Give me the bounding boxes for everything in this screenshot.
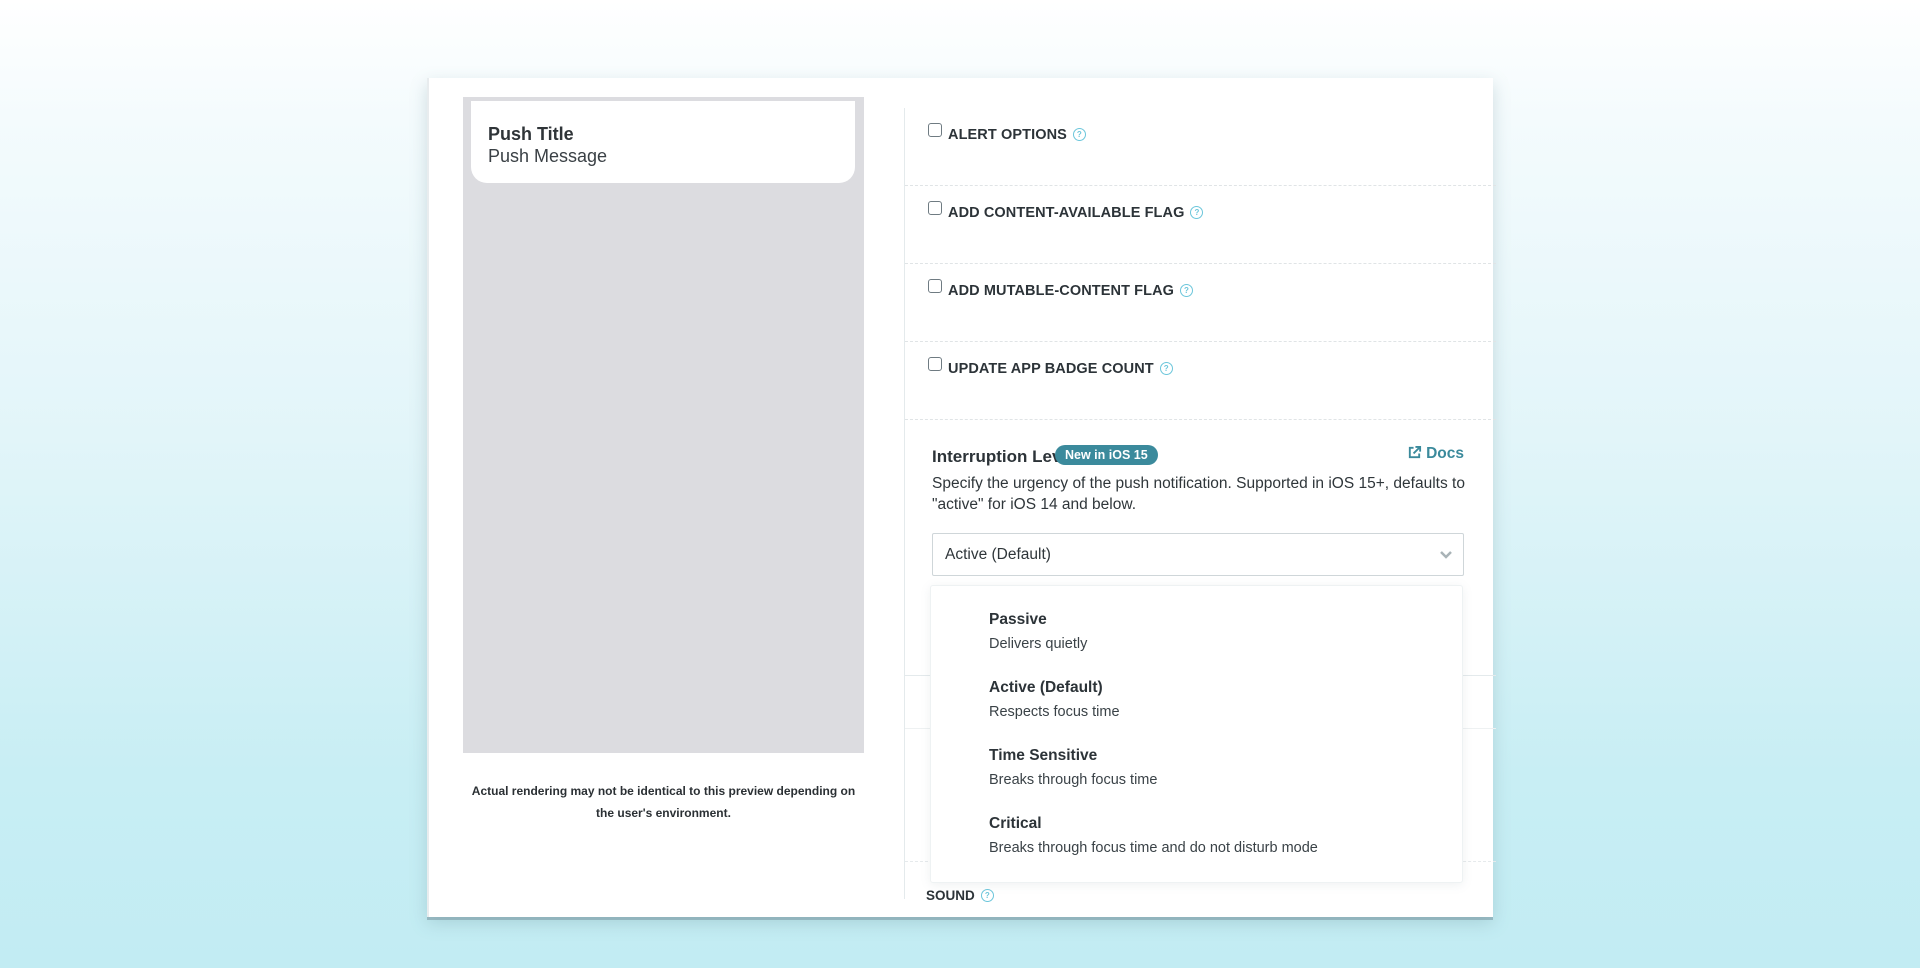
push-message: Push Message bbox=[488, 146, 608, 166]
option-alert-options: ALERT OPTIONS? bbox=[905, 108, 1496, 186]
preview-disclaimer: Actual rendering may not be identical to… bbox=[471, 784, 856, 820]
device-preview: Push Title Push Message bbox=[463, 97, 864, 753]
menu-item-active[interactable]: Active (Default) Respects focus time bbox=[989, 678, 1449, 722]
menu-item-time-sensitive[interactable]: Time Sensitive Breaks through focus time bbox=[989, 746, 1449, 790]
option-label: ALERT OPTIONS bbox=[948, 127, 1067, 143]
alert-options-checkbox[interactable] bbox=[928, 123, 942, 137]
menu-item-passive[interactable]: Passive Delivers quietly bbox=[989, 610, 1449, 654]
menu-item-title: Critical bbox=[989, 815, 1042, 832]
interruption-level-menu: Passive Delivers quietly Active (Default… bbox=[930, 585, 1463, 883]
menu-item-desc: Breaks through focus time and do not dis… bbox=[989, 840, 1318, 856]
content-available-checkbox[interactable] bbox=[928, 201, 942, 215]
help-icon[interactable]: ? bbox=[1190, 206, 1204, 219]
menu-item-desc: Breaks through focus time bbox=[989, 772, 1158, 788]
option-label: ADD MUTABLE-CONTENT FLAG bbox=[948, 283, 1175, 299]
mutable-content-checkbox[interactable] bbox=[928, 279, 942, 293]
badge-count-checkbox[interactable] bbox=[928, 357, 942, 371]
menu-item-title: Active (Default) bbox=[989, 679, 1103, 696]
option-mutable-content: ADD MUTABLE-CONTENT FLAG? bbox=[905, 264, 1496, 342]
menu-item-title: Passive bbox=[989, 611, 1047, 628]
option-label: ADD CONTENT-AVAILABLE FLAG bbox=[948, 205, 1185, 221]
menu-item-desc: Respects focus time bbox=[989, 704, 1120, 720]
docs-label: Docs bbox=[1426, 445, 1464, 462]
external-link-icon bbox=[1408, 445, 1422, 459]
option-badge-count: UPDATE APP BADGE COUNT? bbox=[905, 342, 1496, 420]
menu-item-desc: Delivers quietly bbox=[989, 636, 1088, 652]
new-in-ios-badge: New in iOS 15 bbox=[1055, 445, 1158, 465]
option-label: UPDATE APP BADGE COUNT bbox=[948, 361, 1154, 377]
help-icon[interactable]: ? bbox=[1180, 284, 1194, 297]
select-value: Active (Default) bbox=[945, 546, 1051, 563]
docs-link[interactable]: Docs bbox=[1407, 445, 1464, 463]
interruption-level-title: Interruption Level bbox=[932, 447, 1076, 466]
push-notification-preview: Push Title Push Message bbox=[471, 101, 855, 183]
push-title: Push Title bbox=[488, 124, 574, 144]
help-icon[interactable]: ? bbox=[980, 889, 994, 902]
menu-item-critical[interactable]: Critical Breaks through focus time and d… bbox=[989, 814, 1449, 858]
option-content-available: ADD CONTENT-AVAILABLE FLAG? bbox=[905, 186, 1496, 264]
interruption-level-description: Specify the urgency of the push notifica… bbox=[932, 475, 1465, 513]
help-icon[interactable]: ? bbox=[1159, 362, 1173, 375]
menu-item-title: Time Sensitive bbox=[989, 747, 1098, 764]
chevron-down-icon bbox=[1440, 551, 1452, 559]
interruption-level-select[interactable]: Active (Default) bbox=[932, 533, 1464, 576]
help-icon[interactable]: ? bbox=[1072, 128, 1086, 141]
sound-label: SOUND bbox=[926, 888, 975, 903]
